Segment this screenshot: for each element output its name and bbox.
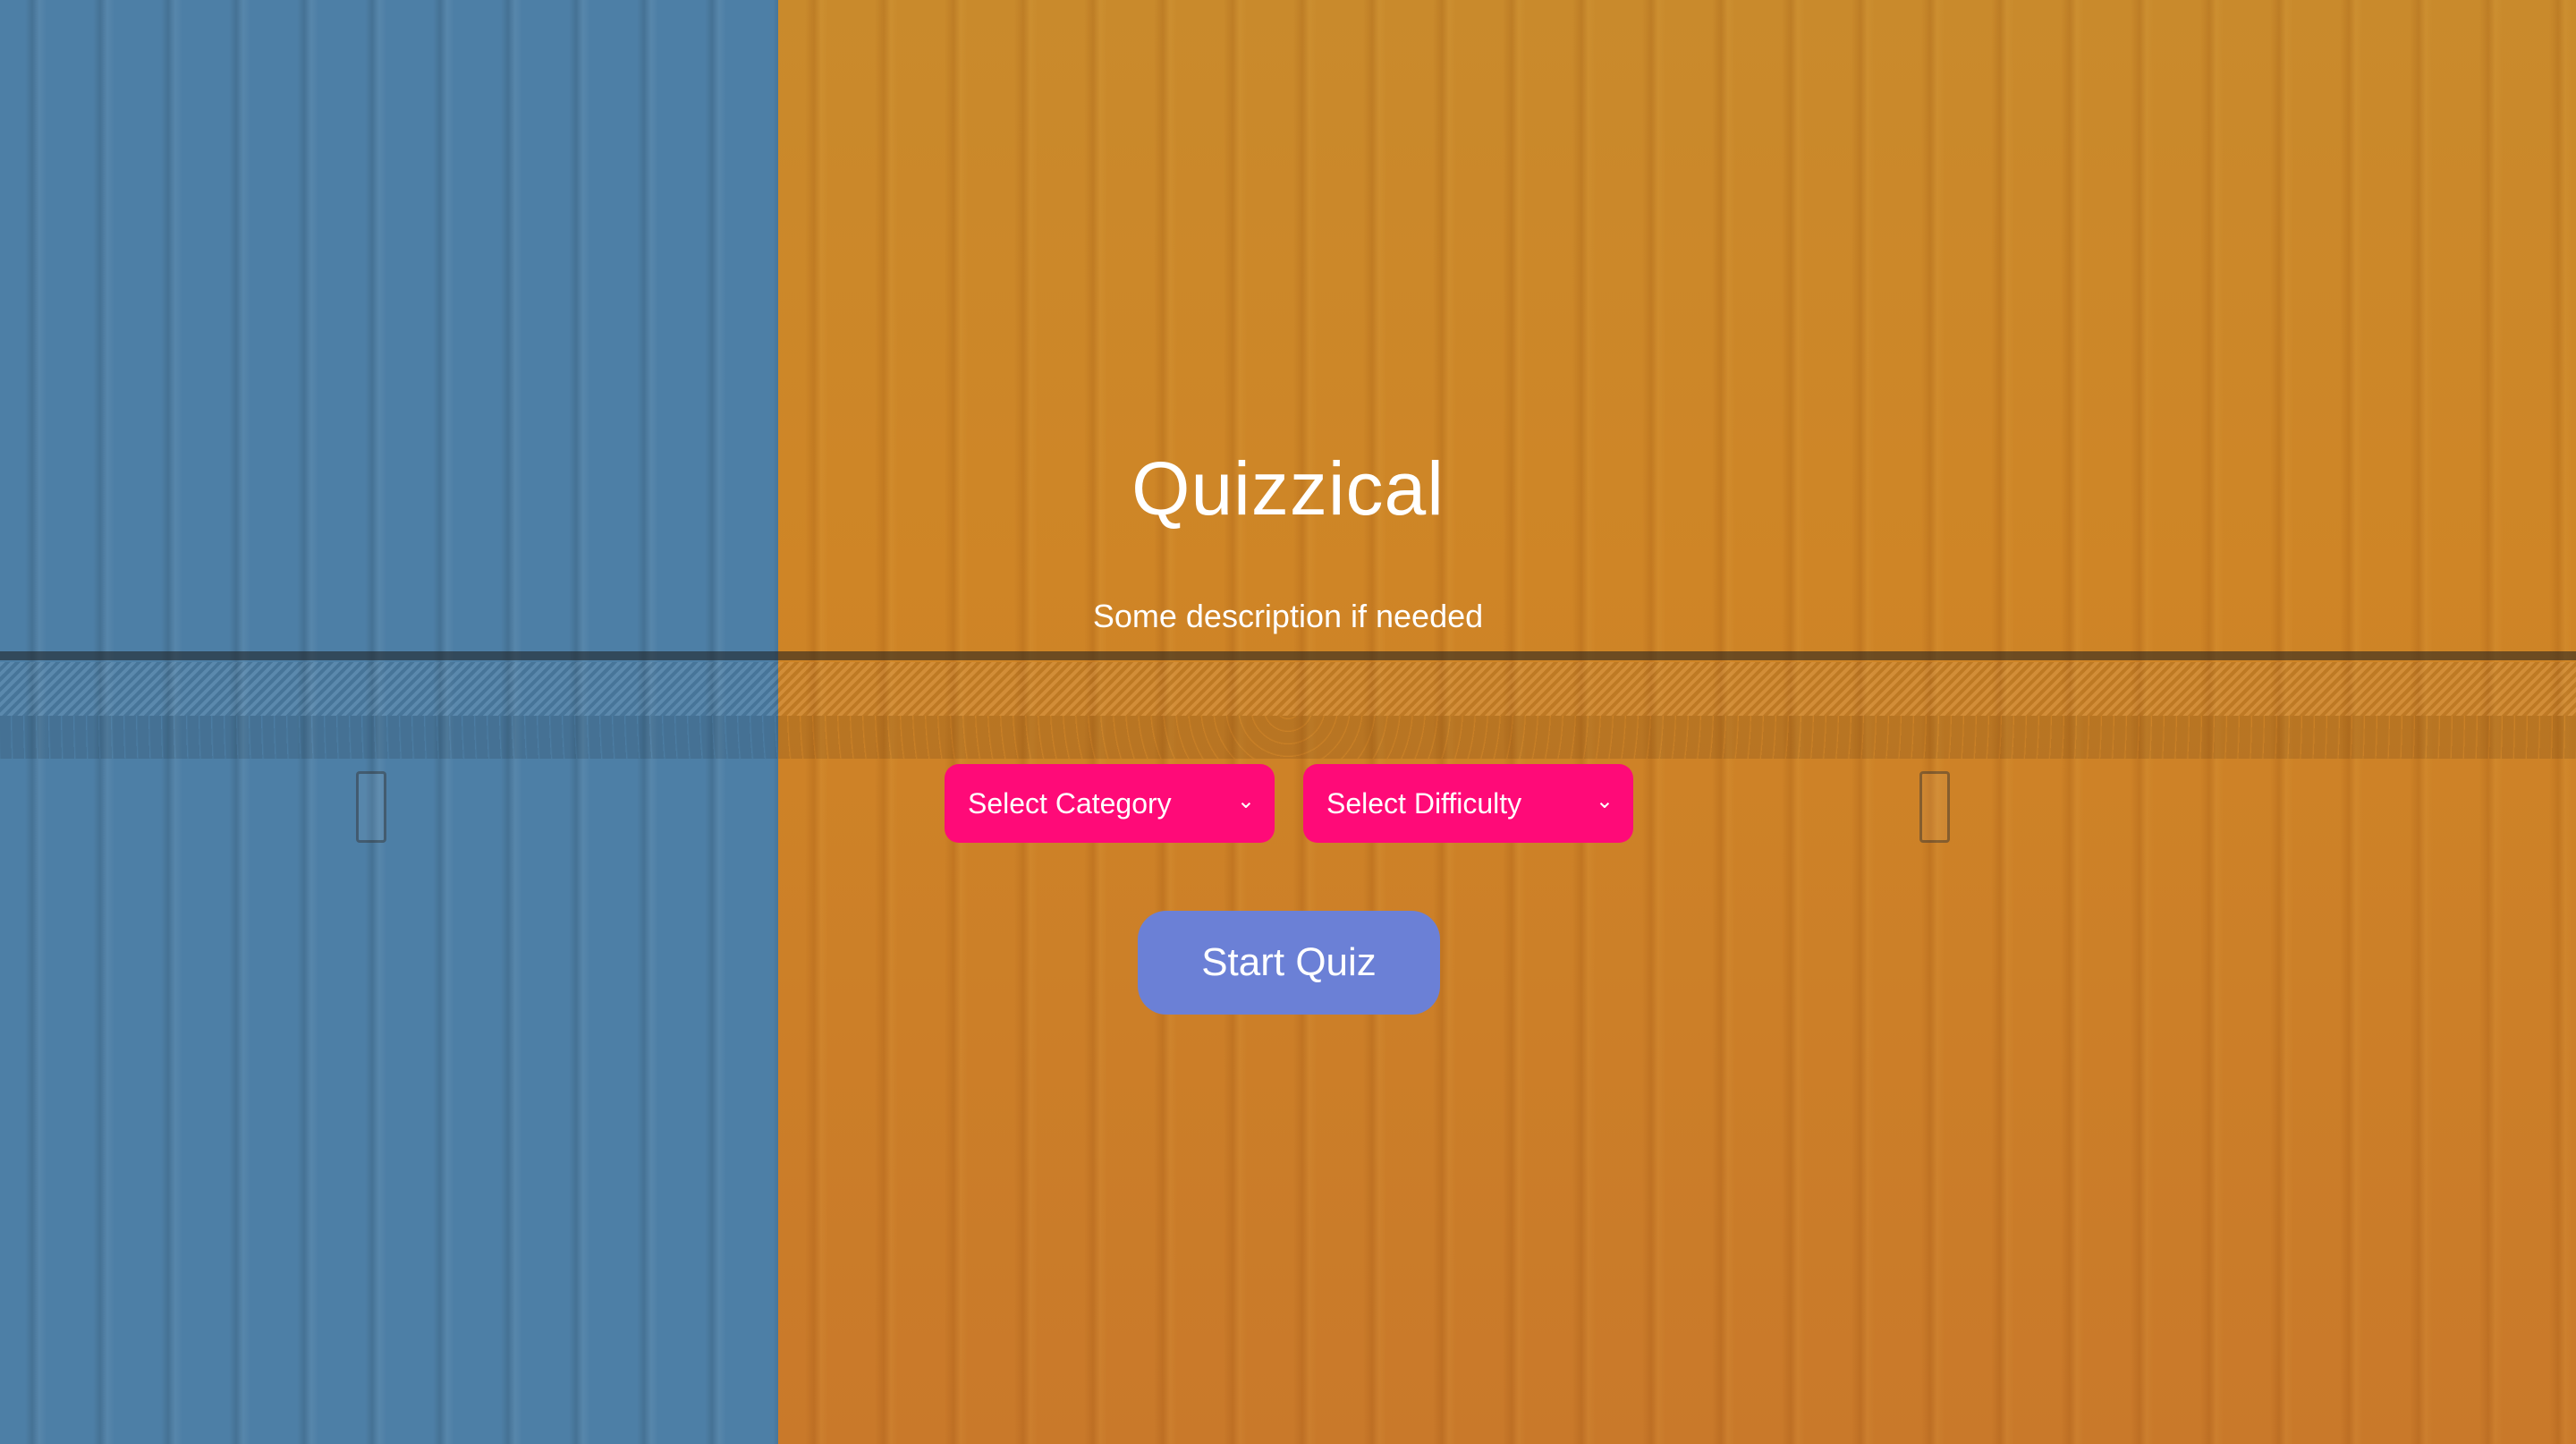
category-select[interactable]: Select Category ⌄ [945, 764, 1275, 843]
start-quiz-button[interactable]: Start Quiz [1138, 911, 1440, 1015]
difficulty-select[interactable]: Select Difficulty ⌄ [1303, 764, 1633, 843]
difficulty-select-value: Select Difficulty [1326, 786, 1522, 820]
quiz-start-page: Quizzical Some description if needed Sel… [0, 0, 2576, 1444]
page-description: Some description if needed [1092, 598, 1484, 634]
chevron-down-icon: ⌄ [1595, 789, 1614, 813]
start-quiz-button-label: Start Quiz [1201, 940, 1377, 984]
main-content: Quizzical Some description if needed Sel… [0, 0, 2576, 1444]
category-select-value: Select Category [968, 786, 1172, 820]
chevron-down-icon: ⌄ [1236, 789, 1255, 813]
quiz-options: Select Category ⌄ Select Difficulty ⌄ [945, 764, 1633, 843]
page-title: Quizzical [1131, 446, 1445, 531]
